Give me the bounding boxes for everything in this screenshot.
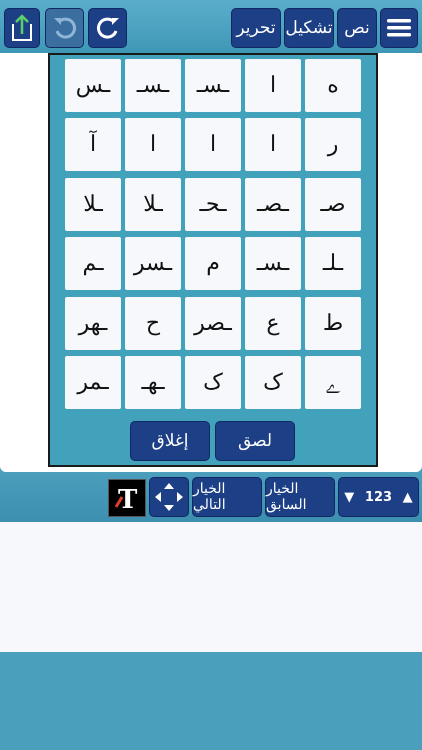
glyph-cell[interactable]: ا xyxy=(245,118,301,171)
tab-tashkeel-label: تشكيل xyxy=(285,18,333,38)
glyph-cell[interactable]: ح xyxy=(125,297,181,350)
glyph-cell[interactable]: ـصـ xyxy=(245,178,301,231)
glyph-cell[interactable]: ـسـ xyxy=(185,59,241,112)
glyph-cell[interactable]: ـهر xyxy=(65,297,121,350)
font-style-button[interactable]: T xyxy=(108,479,146,517)
counter-value: 123 xyxy=(364,489,393,505)
glyph-cell[interactable]: ـلا xyxy=(125,178,181,231)
text-font-icon: T xyxy=(114,485,138,513)
previous-option-button[interactable]: الخيار السابق xyxy=(265,477,335,517)
paste-button[interactable]: لصق xyxy=(215,421,295,461)
top-toolbar: تحرير تشكيل نص xyxy=(0,0,422,53)
glyph-cell[interactable]: ـصر xyxy=(185,297,241,350)
undo-icon xyxy=(53,17,76,39)
glyph-cell[interactable]: م xyxy=(185,237,241,290)
redo-icon xyxy=(96,17,119,39)
decrement-arrow[interactable]: ▼ xyxy=(344,490,354,505)
tab-tashkeel[interactable]: تشكيل xyxy=(284,8,334,48)
increment-arrow[interactable]: ▲ xyxy=(403,490,413,505)
tab-text-label: نص xyxy=(344,18,370,38)
glyph-cell[interactable]: ـس xyxy=(65,59,121,112)
glyph-cell[interactable]: ا xyxy=(245,59,301,112)
glyph-cell[interactable]: ـمر xyxy=(65,356,121,409)
glyph-cell[interactable]: ـسر xyxy=(125,237,181,290)
glyph-cell[interactable]: ر xyxy=(305,118,361,171)
glyph-cell[interactable]: ا xyxy=(185,118,241,171)
glyph-cell[interactable]: ط xyxy=(305,297,361,350)
share-button[interactable] xyxy=(4,8,40,48)
paste-button-label: لصق xyxy=(237,431,273,451)
glyph-cell[interactable]: ـسـ xyxy=(245,237,301,290)
tab-edit-label: تحرير xyxy=(236,18,276,38)
four-way-arrows-icon xyxy=(155,483,183,511)
glyph-cell[interactable]: ک xyxy=(185,356,241,409)
glyph-cell[interactable]: ـلا xyxy=(65,178,121,231)
glyph-cell[interactable]: ـم xyxy=(65,237,121,290)
footer-area xyxy=(0,652,422,750)
text-editor-area[interactable] xyxy=(0,522,422,652)
menu-button[interactable] xyxy=(380,8,418,48)
undo-button[interactable] xyxy=(45,8,84,48)
next-option-label: الخيار التالي xyxy=(193,481,226,513)
redo-button[interactable] xyxy=(88,8,127,48)
hamburger-menu-icon xyxy=(387,19,411,37)
glyph-cell[interactable]: صـ xyxy=(305,178,361,231)
glyph-cell[interactable]: ـسـ xyxy=(125,59,181,112)
glyph-palette: ـس ـسـ ـسـ ا ﻩ آ ا ا ا ر ـلا ـلا ـحـ ـصـ… xyxy=(48,53,378,467)
glyph-cell[interactable]: ﻩ xyxy=(305,59,361,112)
move-button[interactable] xyxy=(149,477,189,517)
close-button[interactable]: إغلاق xyxy=(130,421,210,461)
close-button-label: إغلاق xyxy=(151,431,189,451)
counter-stepper[interactable]: ▼ 123 ▲ xyxy=(338,477,419,517)
glyph-cell[interactable]: ع xyxy=(245,297,301,350)
glyph-cell[interactable]: ـلـ xyxy=(305,237,361,290)
glyph-cell[interactable]: ا xyxy=(125,118,181,171)
tab-text[interactable]: نص xyxy=(337,8,377,48)
glyph-cell[interactable]: ک xyxy=(245,356,301,409)
share-icon xyxy=(12,14,32,41)
tab-edit[interactable]: تحرير xyxy=(231,8,281,48)
glyph-cell[interactable]: ﮮ xyxy=(305,356,361,409)
previous-option-label: الخيار السابق xyxy=(266,481,307,513)
glyph-cell[interactable]: آ xyxy=(65,118,121,171)
glyph-cell[interactable]: ـحـ xyxy=(185,178,241,231)
glyph-cell[interactable]: ـهـ xyxy=(125,356,181,409)
next-option-button[interactable]: الخيار التالي xyxy=(192,477,262,517)
bottom-toolbar: T الخيار التالي الخيار السابق ▼ 123 ▲ xyxy=(0,472,422,522)
